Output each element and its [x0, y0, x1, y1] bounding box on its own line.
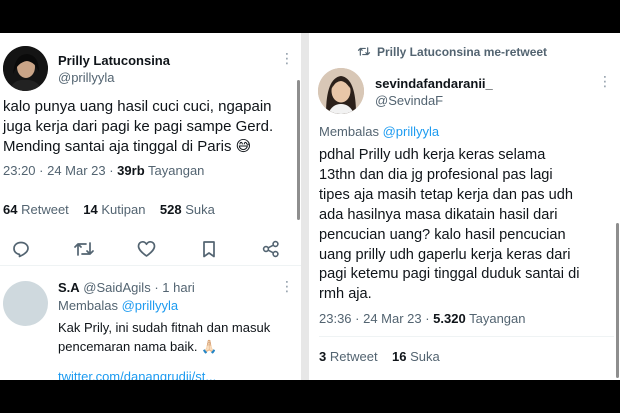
tweet-meta: 23:20 · 24 Mar 23 · 39rb Tayangan — [3, 163, 204, 178]
views-count: 5.320 — [433, 311, 466, 326]
reply-avatar[interactable] — [3, 281, 48, 326]
likes-stat[interactable]: 528 Suka — [160, 202, 215, 217]
panel-divider — [301, 33, 309, 380]
reply-replying-prefix: Membalas — [58, 298, 118, 313]
author-handle[interactable]: @SevindaF — [375, 93, 443, 108]
quotes-count: 14 — [83, 202, 98, 217]
likes-label: Suka — [410, 349, 440, 364]
quotes-stat[interactable]: 14 Kutipan — [83, 202, 145, 217]
retweets-stat[interactable]: 3 Retweet — [319, 349, 378, 364]
likes-count: 528 — [159, 202, 182, 217]
views-label: Tayangan — [469, 311, 526, 326]
reply-header: S.A @SaidAgils · 1 hari — [58, 280, 195, 295]
retweet-small-icon — [357, 47, 371, 56]
author-handle[interactable]: @prillyyla — [58, 70, 115, 85]
reply-more-icon[interactable]: ⋮ — [280, 278, 294, 295]
tweet-text: kalo punya uang hasil cuci cuci, ngapain… — [3, 98, 274, 155]
author-name[interactable]: Prilly Latuconsina — [58, 53, 170, 68]
retweeted-by: Prilly Latuconsina me-retweet — [377, 45, 548, 59]
replying-to: Membalas @prillyyla — [319, 124, 439, 139]
reply-author-handle[interactable]: @SaidAgils — [83, 280, 150, 295]
retweet-icon[interactable] — [74, 240, 94, 258]
retweets-count: 3 — [319, 349, 327, 364]
scrollbar[interactable] — [616, 223, 619, 378]
more-icon[interactable]: ⋮ — [598, 73, 612, 90]
tweet-stats: 3 Retweet 16 Suka — [319, 349, 440, 364]
reply-icon[interactable] — [12, 240, 30, 258]
retweets-stat[interactable]: 64 Retweet — [3, 202, 69, 217]
reply-author-name[interactable]: S.A — [58, 280, 80, 295]
retweets-label: Retweet — [21, 202, 69, 217]
tweet-separator — [319, 336, 614, 337]
tweet-meta: 23:36 · 24 Mar 23 · 5.320 Tayangan — [319, 311, 526, 326]
retweets-count: 64 — [3, 202, 18, 217]
like-icon[interactable] — [137, 240, 156, 258]
bookmark-icon[interactable] — [201, 240, 217, 258]
retweet-indicator[interactable]: Prilly Latuconsina me-retweet — [357, 45, 547, 59]
scrollbar[interactable] — [297, 80, 300, 220]
quotes-label: Kutipan — [101, 202, 146, 217]
author-name[interactable]: sevindafandaranii_ — [375, 76, 493, 91]
reply-replying-to: Membalas @prillyyla — [58, 298, 178, 313]
share-icon[interactable] — [262, 240, 280, 258]
left-tweet-panel: Prilly Latuconsina @prillyyla ⋮ kalo pun… — [0, 33, 301, 380]
likes-stat[interactable]: 16 Suka — [392, 349, 440, 364]
author-avatar[interactable] — [3, 46, 48, 91]
replying-prefix: Membalas — [319, 124, 379, 139]
reply-time: · 1 hari — [154, 280, 195, 295]
tweet-separator — [0, 265, 301, 266]
tweet-time: 23:20 · 24 Mar 23 · — [3, 163, 118, 178]
reply-replying-handle[interactable]: @prillyyla — [122, 298, 179, 313]
right-tweet-panel: Prilly Latuconsina me-retweet sevindafan… — [309, 33, 620, 380]
tweet-text: pdhal Prilly udh kerja keras selama 13th… — [319, 147, 580, 303]
likes-label: Suka — [185, 202, 215, 217]
tweet-time: 23:36 · 24 Mar 23 · — [319, 311, 434, 326]
author-avatar[interactable] — [318, 68, 364, 114]
views-label: Tayangan — [148, 163, 205, 178]
more-icon[interactable]: ⋮ — [280, 50, 294, 67]
retweets-label: Retweet — [329, 349, 378, 364]
reply-text: Kak Prily, ini sudah fitnah dan masuk pe… — [58, 320, 271, 354]
likes-count: 16 — [392, 349, 407, 364]
views-count: 39rb — [117, 163, 145, 178]
tweet-stats: 64 Retweet 14 Kutipan 528 Suka — [3, 202, 215, 217]
replying-handle[interactable]: @prillyyla — [383, 124, 440, 139]
reply-link[interactable]: twitter.com/danangrudii/st... — [58, 369, 216, 380]
